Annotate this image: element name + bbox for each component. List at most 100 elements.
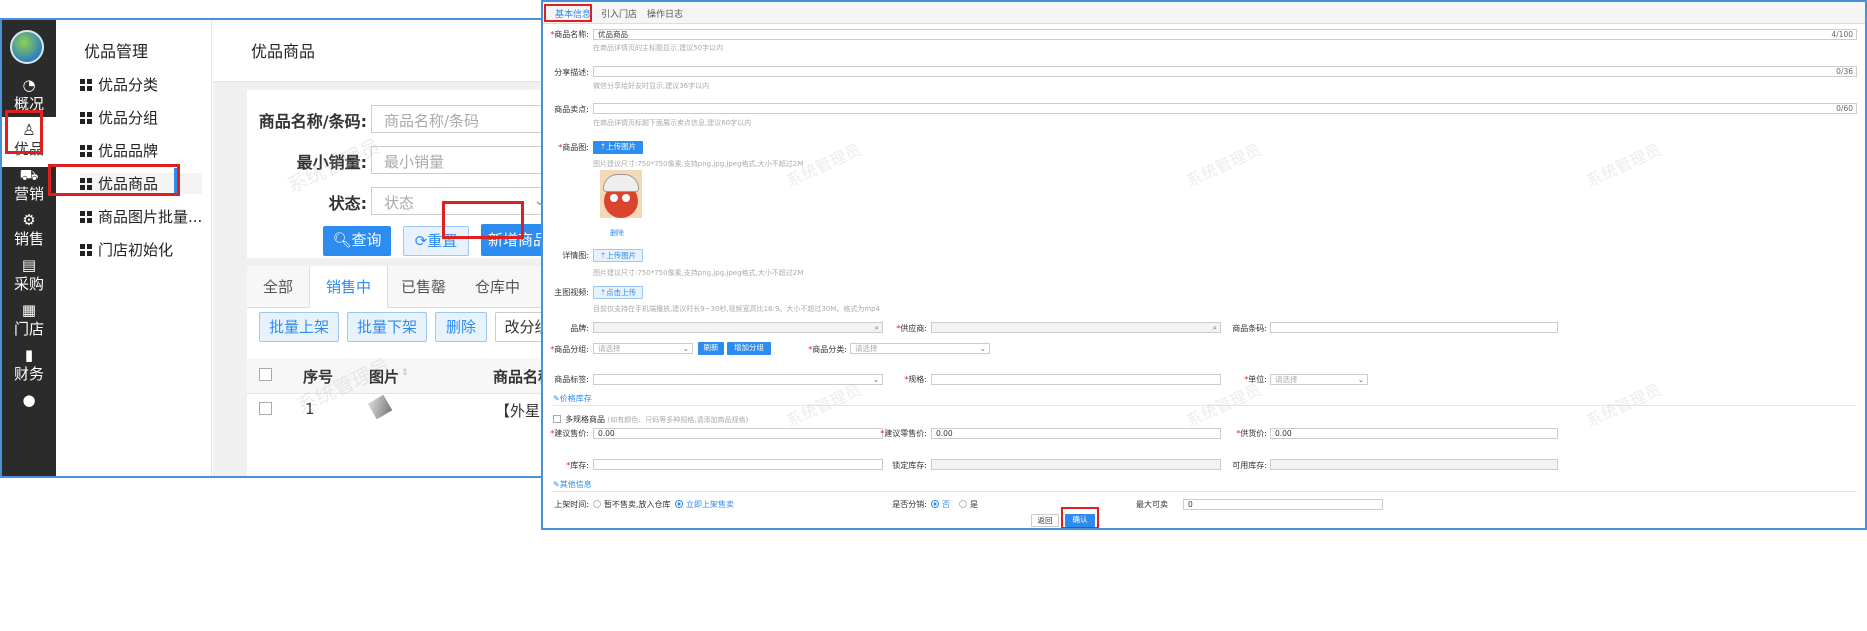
supply-price-input[interactable]: 0.00 [1270, 428, 1558, 439]
rail-label: 财务 [13, 365, 44, 383]
price-stock-section[interactable]: ✎价格库存 [553, 393, 592, 404]
select-all-checkbox[interactable] [259, 368, 272, 381]
product-name-input[interactable]: 优品商品 4/100 [593, 29, 1857, 40]
upload-detail-button[interactable]: ⇡上传图片 [593, 249, 643, 262]
menu-label: 优品分组 [98, 109, 159, 127]
stock-label: *库存: [566, 461, 589, 470]
col-image: 图片 [369, 368, 400, 386]
tab-warehouse[interactable]: 仓库中 [459, 266, 536, 308]
name-input[interactable]: 商品名称/条码 [371, 105, 543, 133]
rail-item-finance[interactable]: ▮ 财务 [2, 342, 56, 392]
group-label: *商品分组: [550, 345, 589, 354]
category-select[interactable]: 请选择 ⌄ [850, 343, 990, 354]
share-input[interactable]: 0/36 [593, 66, 1857, 77]
supply-price-label: *供货价: [1236, 429, 1267, 438]
distribution-no-radio[interactable] [931, 500, 939, 508]
query-button[interactable]: 🔍︎查询 [323, 226, 391, 256]
label-text: 商品分组: [554, 345, 589, 354]
grid-icon [80, 79, 92, 91]
highlight-box [48, 164, 180, 196]
listing-warehouse-radio[interactable] [593, 500, 601, 508]
watermark: 系统管理员 [1583, 379, 1664, 431]
rail-item-sales[interactable]: ⚙ 销售 [2, 207, 56, 257]
select-placeholder: 请选择 [598, 344, 621, 353]
menu-item-brand[interactable]: 优品品牌 [80, 140, 158, 161]
upload-image-button[interactable]: ⇡上传图片 [593, 141, 643, 154]
menu-item-batch-images[interactable]: 商品图片批量... [80, 206, 202, 227]
submenu-title: 优品管理 [84, 42, 149, 61]
label-text: 建议售价: [554, 429, 589, 438]
distribution-no-label: 否 [942, 500, 950, 509]
image-eye [610, 194, 618, 202]
detail-tabs: 基本信息 引入门店 操作日志 [543, 2, 1865, 24]
user-icon: ● [22, 391, 36, 409]
sort-icon[interactable]: ⇕ [401, 368, 409, 378]
rail-label: 门店 [13, 320, 44, 338]
rail-item-user[interactable]: ● [2, 387, 56, 437]
tab-all[interactable]: 全部 [247, 266, 309, 308]
image-hint: 图片建议尺寸:750*750像素,支持png,jpg,jpeg格式,大小不超过2… [593, 160, 804, 168]
product-name-label: *商品名称: [550, 30, 589, 39]
delete-button[interactable]: 删除 [435, 312, 487, 342]
tab-import-store[interactable]: 引入门店 [601, 7, 637, 20]
menu-item-store-init[interactable]: 门店初始化 [80, 239, 173, 260]
tag-select[interactable]: ⌄ [593, 374, 883, 385]
char-count: 4/100 [1831, 30, 1853, 39]
unit-label: *单位: [1244, 375, 1267, 384]
suggest-retail-input[interactable]: 0.00 [931, 428, 1221, 439]
supplier-input[interactable]: ⌕ [931, 322, 1221, 333]
menu-label: 优品品牌 [98, 142, 159, 160]
tab-on-sale[interactable]: 销售中 [309, 266, 389, 308]
batch-unlist-button[interactable]: 批量下架 [347, 312, 427, 342]
row-checkbox[interactable] [259, 402, 272, 415]
menu-item-category[interactable]: 优品分类 [80, 74, 158, 95]
chevron-down-icon: ⌄ [979, 344, 986, 353]
char-count: 0/36 [1836, 67, 1853, 76]
upload-video-button[interactable]: ⇡点击上传 [593, 286, 643, 299]
unit-select[interactable]: 请选择 ⌄ [1270, 374, 1368, 385]
minsales-input[interactable]: 最小销量 [371, 146, 543, 174]
listing-now-radio[interactable] [675, 500, 683, 508]
highlight-box [5, 110, 43, 154]
tab-operation-log[interactable]: 操作日志 [647, 7, 683, 20]
left-screenshot: ◔ 概况 ♙ 优品 ⛟ 营销 ⚙ 销售 ▤ 采购 ▦ 门店 ▮ 财务 ● 优品管… [0, 18, 633, 478]
multi-spec-label: 多规格商品 (如有颜色、尺码等多种规格,请添加商品规格) [565, 414, 748, 425]
menu-label: 门店初始化 [98, 241, 174, 259]
refresh-icon: ⟳ [414, 232, 428, 250]
distribution-yes-radio[interactable] [959, 500, 967, 508]
rail-item-purchase[interactable]: ▤ 采购 [2, 252, 56, 302]
minsales-label: 最小销量: [296, 153, 367, 172]
brand-label: 品牌: [570, 324, 589, 333]
distribution-yes-label: 是 [970, 500, 978, 509]
group-select[interactable]: 请选择 ⌄ [593, 343, 693, 354]
dashboard-icon: ◔ [22, 76, 36, 94]
detail-label: 详情图: [562, 251, 589, 260]
suggest-price-input[interactable]: 0.00 [593, 428, 883, 439]
submenu: 优品管理 优品分类 优品分组 优品品牌 优品商品 商品图片批量... 门店初始化 [56, 20, 212, 476]
refresh-button[interactable]: 刷新 [698, 342, 724, 355]
back-button[interactable]: 返回 [1031, 514, 1059, 527]
watermark: 系统管理员 [1583, 139, 1664, 191]
label-text: 建议零售价: [884, 429, 927, 438]
tab-sold-out[interactable]: 已售罄 [385, 266, 462, 308]
spec-label: *规格: [904, 375, 927, 384]
menu-item-group[interactable]: 优品分组 [80, 107, 158, 128]
spec-input[interactable] [931, 374, 1221, 385]
barcode-input[interactable] [1270, 322, 1558, 333]
menu-label: 商品图片批量... [98, 208, 203, 226]
delete-image-link[interactable]: 删除 [610, 228, 624, 238]
store-icon: ▦ [21, 301, 37, 319]
brand-input[interactable]: ⌕ [593, 322, 883, 333]
multi-spec-checkbox[interactable] [553, 415, 561, 423]
product-name-hint: 在商品详情页的主标题显示,建议50字以内 [593, 44, 724, 52]
stock-input[interactable] [593, 459, 883, 470]
add-group-button[interactable]: 增加分组 [727, 342, 771, 355]
batch-list-button[interactable]: 批量上架 [259, 312, 339, 342]
selling-input[interactable]: 0/60 [593, 103, 1857, 114]
grid-icon [80, 211, 92, 223]
other-info-section[interactable]: ✎其他信息 [553, 479, 592, 490]
selling-hint: 在商品详情页标题下面展示卖点信息,建议60字以内 [593, 119, 752, 127]
max-sell-input[interactable]: 0 [1183, 499, 1383, 510]
rail-item-store[interactable]: ▦ 门店 [2, 297, 56, 347]
listing-warehouse-label: 暂不售卖,放入仓库 [604, 500, 671, 509]
